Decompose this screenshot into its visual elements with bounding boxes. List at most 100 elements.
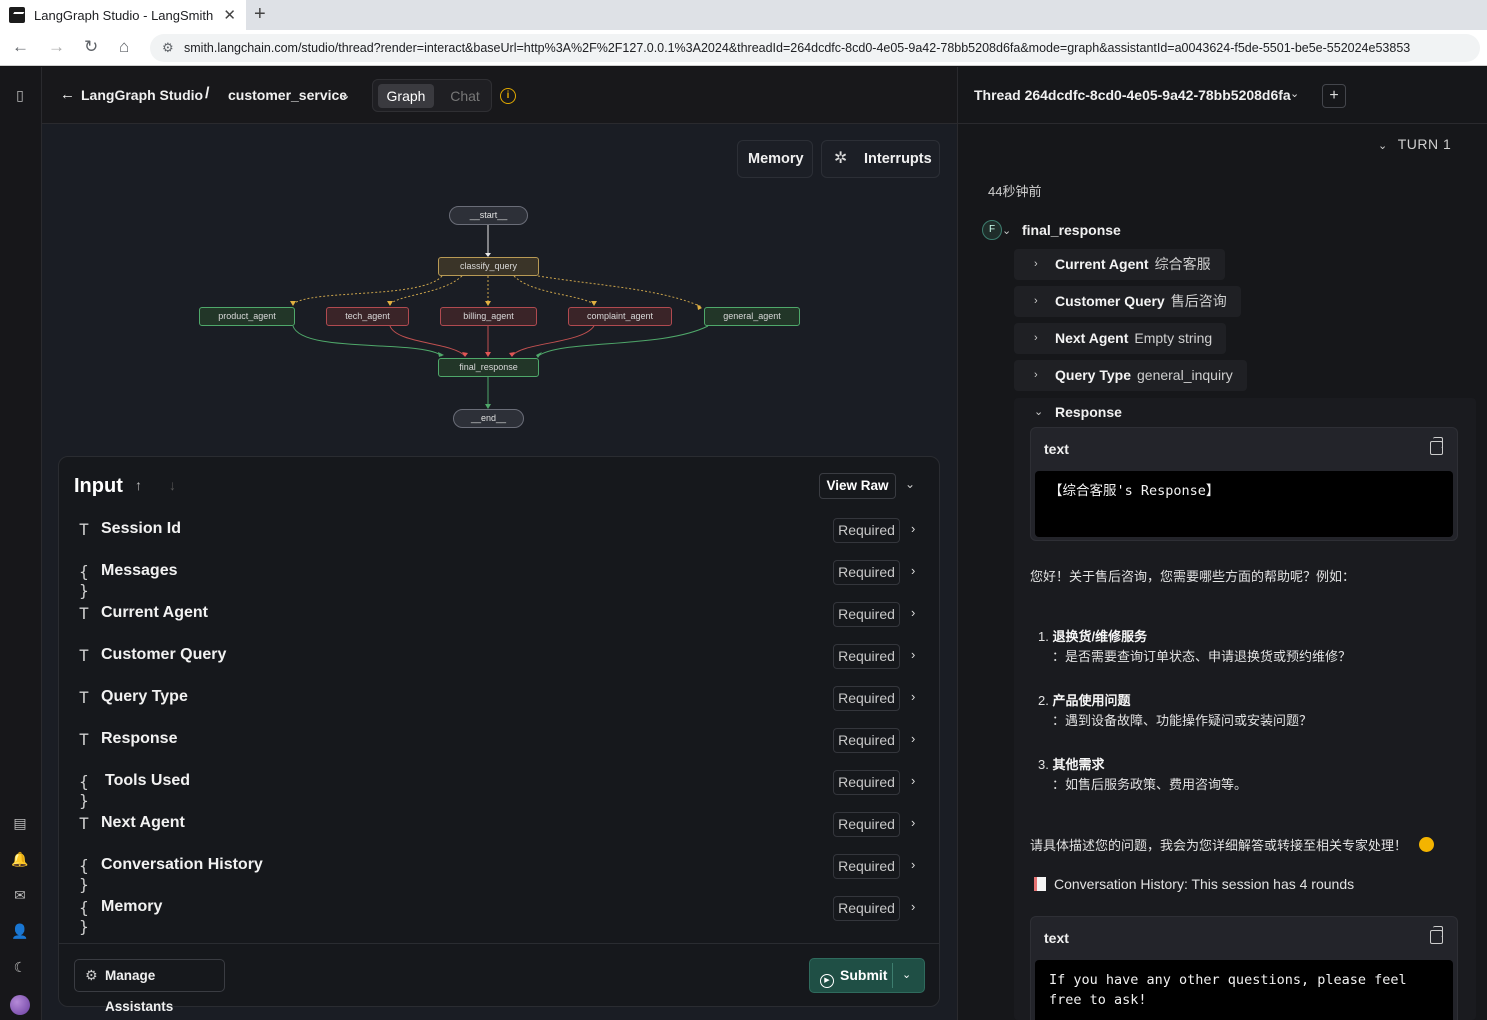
chevron-right-icon[interactable]: ›	[911, 773, 915, 788]
chevron-right-icon[interactable]: ›	[911, 899, 915, 914]
state-field-next-agent[interactable]: › Next Agent Empty string	[1014, 323, 1227, 354]
back-arrow-icon[interactable]: ←	[60, 86, 75, 103]
home-icon[interactable]: ⌂	[119, 37, 129, 57]
chevron-down-icon[interactable]: ⌄	[902, 968, 911, 981]
turn-header[interactable]: ⌄ TURN 1	[1378, 136, 1451, 152]
chevron-right-icon[interactable]: ›	[911, 689, 915, 704]
code-block: If you have any other questions, please …	[1035, 960, 1453, 1020]
state-field-current-agent[interactable]: › Current Agent 综合客服	[1014, 249, 1225, 280]
node-complaint-agent[interactable]: complaint_agent	[568, 307, 672, 326]
gear-icon: ⚙	[85, 967, 98, 983]
input-row-conversation-history[interactable]: { } Conversation History Required ›	[59, 845, 939, 894]
manage-assistants-button[interactable]: ⚙ Manage Assistants	[74, 959, 225, 1014]
chevron-right-icon[interactable]: ›	[911, 563, 915, 578]
node-general-agent[interactable]: general_agent	[704, 307, 800, 326]
arrow-up-icon[interactable]: ↑	[135, 477, 142, 493]
list-item: 3. 其他需求	[1038, 754, 1104, 773]
input-row-next-agent[interactable]: T Next Agent Required ›	[59, 803, 939, 845]
chevron-right-icon[interactable]: ›	[911, 521, 915, 536]
state-field-customer-query[interactable]: › Customer Query 售后咨询	[1014, 286, 1241, 317]
submit-button[interactable]: ▶ Submit ⌄	[809, 958, 925, 993]
notifications-icon[interactable]: 🔔	[11, 850, 29, 868]
list-item-title: 退换货/维修服务	[1052, 629, 1148, 644]
docs-icon[interactable]: ▤	[11, 814, 29, 832]
input-row-messages[interactable]: { } Messages Required ›	[59, 551, 939, 600]
text-type-icon: T	[79, 520, 89, 539]
field-value: general_inquiry	[1137, 367, 1233, 383]
input-row-memory[interactable]: { } Memory Required ›	[59, 887, 939, 936]
site-settings-icon[interactable]: ⚙	[162, 34, 174, 62]
node-product-agent[interactable]: product_agent	[199, 307, 295, 326]
tab-graph[interactable]: Graph	[378, 84, 434, 108]
field-label: Tools Used	[105, 772, 191, 789]
required-badge: Required	[833, 644, 900, 669]
input-row-customer-query[interactable]: T Customer Query Required ›	[59, 635, 939, 677]
field-label: Messages	[101, 562, 178, 579]
thread-selector[interactable]: Thread 264dcdfc-8cd0-4e05-9a42-78bb5208d…	[974, 87, 1291, 103]
sidebar-toggle-icon[interactable]: ▯	[11, 86, 29, 104]
chevron-down-icon[interactable]: ⌄	[341, 89, 350, 102]
info-icon[interactable]: i	[500, 88, 516, 104]
node-title[interactable]: final_response	[1022, 222, 1121, 238]
chevron-right-icon[interactable]: ›	[911, 857, 915, 872]
node-billing-agent[interactable]: billing_agent	[440, 307, 537, 326]
input-row-query-type[interactable]: T Query Type Required ›	[59, 677, 939, 719]
studio-back-link[interactable]: LangGraph Studio	[81, 87, 203, 103]
response-label[interactable]: Response	[1055, 404, 1122, 420]
required-badge: Required	[833, 812, 900, 837]
arrow-down-icon[interactable]: ↓	[169, 477, 176, 493]
user-add-icon[interactable]: 👤	[11, 922, 29, 940]
input-row-response[interactable]: T Response Required ›	[59, 719, 939, 761]
node-final-response[interactable]: final_response	[438, 358, 539, 377]
memo-icon	[1034, 877, 1046, 891]
avatar[interactable]	[10, 995, 30, 1015]
chevron-down-icon[interactable]: ⌄	[905, 477, 915, 491]
chevron-down-icon[interactable]: ⌄	[1290, 87, 1299, 100]
manage-assistants-label: Manage Assistants	[105, 968, 174, 1014]
list-item-desc: ：如售后服务政策、费用咨询等。	[1052, 777, 1248, 792]
copy-icon[interactable]	[1430, 437, 1443, 455]
required-badge: Required	[833, 686, 900, 711]
state-field-query-type[interactable]: › Query Type general_inquiry	[1014, 360, 1247, 391]
forward-arrow-icon[interactable]: →	[48, 37, 65, 57]
back-arrow-icon[interactable]: ←	[12, 37, 29, 57]
chevron-right-icon[interactable]: ›	[911, 605, 915, 620]
graph-selector[interactable]: customer_service	[228, 87, 347, 103]
mail-icon[interactable]: ✉	[11, 886, 29, 904]
input-row-session-id[interactable]: T Session Id Required ›	[59, 509, 939, 551]
chevron-right-icon[interactable]: ›	[911, 731, 915, 746]
chevron-down-icon[interactable]: ⌄	[1002, 224, 1011, 237]
closing-text: 请具体描述您的问题，我会为您详细解答或转接至相关专家处理！	[1030, 838, 1408, 853]
url-text: smith.langchain.com/studio/thread?render…	[184, 41, 1411, 55]
list-item-title: 其他需求	[1052, 757, 1105, 772]
reload-icon[interactable]: ↻	[84, 37, 98, 57]
chevron-right-icon[interactable]: ›	[911, 815, 915, 830]
graph-edges	[290, 224, 709, 409]
close-tab-icon[interactable]: ✕	[223, 6, 236, 24]
input-row-tools-used[interactable]: { } Tools Used Required ›	[59, 761, 939, 810]
view-raw-button[interactable]: View Raw	[819, 473, 896, 499]
input-row-current-agent[interactable]: T Current Agent Required ›	[59, 593, 939, 635]
thread-header: Thread 264dcdfc-8cd0-4e05-9a42-78bb5208d…	[958, 67, 1487, 124]
field-label: Session Id	[101, 520, 182, 537]
browser-tab[interactable]: LangGraph Studio - LangSmith ✕	[0, 0, 246, 30]
thread-panel: Thread 264dcdfc-8cd0-4e05-9a42-78bb5208d…	[957, 67, 1487, 1020]
dark-mode-icon[interactable]: ☾	[11, 958, 29, 976]
submit-label: Submit	[840, 967, 888, 983]
node-classify-query[interactable]: classify_query	[438, 257, 539, 276]
url-input[interactable]: ⚙ smith.langchain.com/studio/thread?rend…	[150, 34, 1480, 62]
new-tab-icon[interactable]: +	[254, 3, 266, 26]
node-start[interactable]: __start__	[449, 206, 528, 225]
node-tech-agent[interactable]: tech_agent	[326, 307, 409, 326]
text-type-icon: T	[79, 646, 89, 665]
left-rail: ▯ ▤ 🔔 ✉ 👤 ☾	[0, 67, 42, 1020]
field-value: Empty string	[1134, 330, 1213, 346]
chevron-down-icon[interactable]: ⌄	[1034, 405, 1043, 418]
field-label: Current Agent	[101, 604, 208, 621]
tab-chat[interactable]: Chat	[443, 84, 487, 108]
text-card-label: text	[1044, 930, 1069, 946]
new-thread-button[interactable]: +	[1322, 84, 1346, 108]
chevron-right-icon[interactable]: ›	[911, 647, 915, 662]
copy-icon[interactable]	[1430, 926, 1443, 944]
node-end[interactable]: __end__	[453, 409, 524, 428]
